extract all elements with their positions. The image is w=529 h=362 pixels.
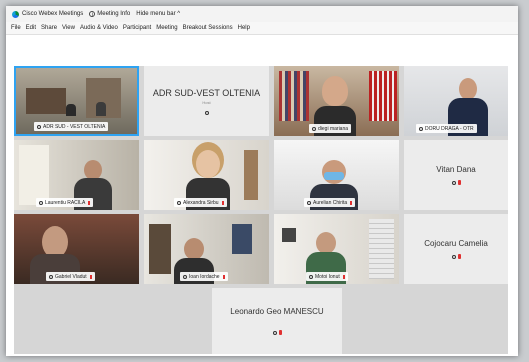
- audio-icon: [451, 254, 456, 259]
- menu-breakout-sessions[interactable]: Breakout Sessions: [183, 25, 233, 31]
- info-icon: i: [89, 11, 96, 18]
- video-tile-adr[interactable]: ADR SUD - VEST OLTENIA: [14, 66, 139, 136]
- person-face: [459, 78, 477, 100]
- participant-label: DORU DRAGA - OTR: [416, 124, 477, 133]
- person-face: [184, 238, 204, 260]
- video-tile-diegi-mariana[interactable]: diegi mariana: [274, 66, 399, 136]
- muted-icon: [222, 274, 225, 279]
- audio-icon: [204, 110, 209, 115]
- wall-poster: [232, 224, 252, 254]
- participant-label: Ioan Iordache: [180, 272, 228, 281]
- participant-label: diegi mariana: [309, 124, 352, 133]
- video-tile-motoi-ionut[interactable]: Motoi Ionut: [274, 214, 399, 284]
- audio-icon: [307, 200, 311, 205]
- video-tile-doru-draga[interactable]: DORU DRAGA - OTR: [404, 66, 508, 136]
- room-wall: [26, 88, 66, 114]
- person-face: [322, 76, 348, 106]
- window: [19, 145, 49, 205]
- menu-share[interactable]: Share: [41, 25, 57, 31]
- audio-status: [272, 330, 282, 335]
- plant: [244, 150, 258, 200]
- participant-label: Motoi Ionut: [306, 272, 348, 281]
- menu-file[interactable]: File: [11, 25, 21, 31]
- video-tile-aurelian-chirita[interactable]: Aurelian Chirita: [274, 140, 399, 210]
- audio-icon: [49, 274, 53, 279]
- webex-logo-icon: [12, 10, 19, 18]
- muted-icon: [278, 330, 282, 335]
- audio-icon: [272, 330, 277, 335]
- video-tile-ioan-iordache[interactable]: Ioan Iordache: [144, 214, 269, 284]
- menu-bar: File Edit Share View Audio & Video Parti…: [6, 22, 518, 35]
- muted-icon: [89, 274, 92, 279]
- audio-icon: [309, 274, 313, 279]
- audio-icon: [39, 200, 43, 205]
- title-bar: Cisco Webex Meetings i Meeting Info Hide…: [6, 6, 518, 22]
- menu-participant[interactable]: Participant: [123, 25, 151, 31]
- person-face: [196, 150, 220, 178]
- audio-status: [204, 110, 209, 115]
- wall-frame: [282, 228, 296, 242]
- muted-icon: [457, 254, 461, 259]
- meeting-info-button[interactable]: i Meeting Info: [89, 11, 130, 18]
- menu-help[interactable]: Help: [238, 25, 250, 31]
- curtain: [369, 219, 394, 279]
- audio-status: [451, 180, 461, 185]
- muted-icon: [342, 274, 345, 279]
- audio-status: [451, 254, 461, 259]
- audio-icon: [451, 180, 456, 185]
- video-tile-gabriel-vladut[interactable]: Gabriel Vladut: [14, 214, 139, 284]
- participant-label: Laurentiu RACILA: [36, 198, 94, 207]
- video-tile-leonardo-geo-manescu[interactable]: Leonardo Geo MANESCU: [212, 288, 342, 354]
- muted-icon: [350, 200, 353, 205]
- video-tile-adr-host[interactable]: ADR SUD-VEST OLTENIA Host: [144, 66, 269, 136]
- hide-menu-bar-button[interactable]: Hide menu bar ^: [136, 11, 180, 17]
- audio-icon: [183, 274, 187, 279]
- participant-label: Aurelian Chirita: [304, 198, 356, 207]
- video-tile-vitan-dana[interactable]: Vitan Dana: [404, 140, 508, 210]
- video-tile-alexandra-sirbu[interactable]: Alexandra Sirbu: [144, 140, 269, 210]
- video-grid: ADR SUD - VEST OLTENIA ADR SUD-VEST OLTE…: [14, 66, 508, 354]
- person-face: [84, 160, 102, 180]
- muted-icon: [221, 200, 224, 205]
- audio-icon: [312, 126, 316, 131]
- video-tile-cojocaru-camelia[interactable]: Cojocaru Camelia: [404, 214, 508, 284]
- menu-edit[interactable]: Edit: [26, 25, 36, 31]
- muted-icon: [88, 200, 91, 205]
- menu-audio-video[interactable]: Audio & Video: [80, 25, 118, 31]
- menu-view[interactable]: View: [62, 25, 75, 31]
- audio-icon: [37, 124, 41, 129]
- person-figure: [96, 102, 106, 116]
- menu-meeting[interactable]: Meeting: [156, 25, 177, 31]
- person-face: [316, 232, 336, 254]
- bookshelf: [149, 224, 171, 274]
- bookshelf: [279, 71, 309, 121]
- person-figure: [66, 104, 76, 116]
- audio-icon: [419, 126, 423, 131]
- video-tile-laurentiu-racila[interactable]: Laurentiu RACILA: [14, 140, 139, 210]
- muted-icon: [457, 180, 461, 185]
- participant-label: Gabriel Vladut: [46, 272, 95, 281]
- webex-window: Cisco Webex Meetings i Meeting Info Hide…: [6, 6, 518, 356]
- bookshelf: [369, 71, 397, 121]
- audio-icon: [177, 200, 181, 205]
- participant-label: Alexandra Sirbu: [174, 198, 227, 207]
- face-mask: [324, 172, 344, 180]
- participant-label: ADR SUD - VEST OLTENIA: [34, 122, 109, 131]
- app-title: Cisco Webex Meetings: [12, 10, 83, 18]
